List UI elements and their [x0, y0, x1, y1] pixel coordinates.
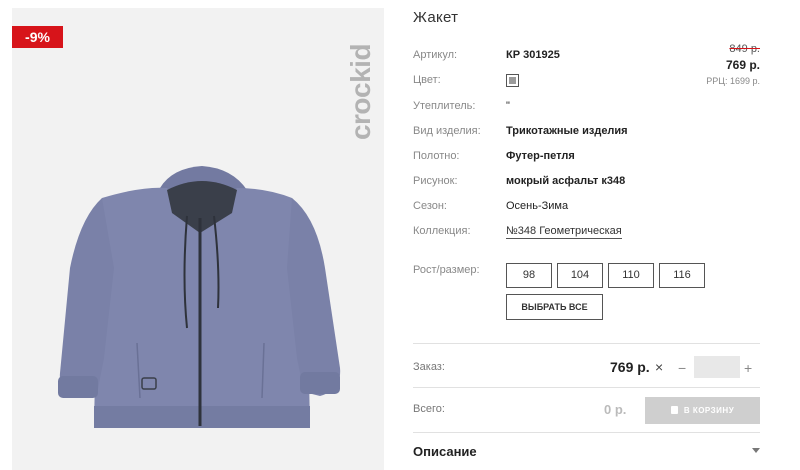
increase-quantity-button[interactable]: +: [744, 360, 752, 376]
description-toggle[interactable]: Описание: [413, 444, 477, 459]
add-to-cart-label: В КОРЗИНУ: [683, 406, 735, 415]
spec-label-article: Артикул:: [413, 49, 458, 61]
spec-value-season: Осень-Зима: [506, 200, 569, 212]
size-button-116[interactable]: 116: [659, 263, 705, 288]
chevron-down-icon[interactable]: [752, 448, 760, 453]
spec-value-product-type: Трикотажные изделия: [506, 125, 628, 137]
current-price: 769 р.: [725, 58, 760, 72]
sizes-label: Рост/размер:: [413, 264, 480, 276]
discount-badge: -9%: [12, 26, 63, 48]
jacket-image: [58, 166, 341, 428]
order-label: Заказ:: [413, 361, 445, 373]
brand-logo: crockid: [344, 18, 378, 166]
size-button-98[interactable]: 98: [506, 263, 552, 288]
divider: [413, 387, 760, 388]
spec-label-fabric: Полотно:: [413, 150, 460, 162]
shopping-bag-icon: [670, 406, 678, 414]
collection-link[interactable]: №348 Геометрическая: [506, 225, 622, 239]
times-icon: ×: [655, 359, 664, 375]
size-button-110[interactable]: 110: [608, 263, 654, 288]
spec-value-pattern: мокрый асфальт к348: [506, 175, 626, 187]
old-price: 849 р.: [729, 43, 760, 55]
size-button-104[interactable]: 104: [557, 263, 603, 288]
product-photo: -9% crockid: [12, 8, 384, 470]
brand-logo-text: crockid: [345, 43, 376, 141]
spec-value-insulation: ": [506, 100, 510, 112]
spec-label-product-type: Вид изделия:: [413, 125, 481, 137]
order-price: 769 р.: [610, 359, 650, 375]
spec-value-fabric: Футер-петля: [506, 150, 575, 162]
total-value: 0 р.: [604, 402, 627, 417]
spec-label-collection: Коллекция:: [413, 225, 471, 237]
divider: [413, 343, 760, 344]
spec-label-insulation: Утеплитель:: [413, 100, 476, 112]
color-swatch[interactable]: [506, 74, 519, 87]
total-label: Всего:: [413, 403, 445, 415]
recommended-retail-price: РРЦ: 1699 р.: [706, 76, 760, 86]
spec-label-pattern: Рисунок:: [413, 175, 458, 187]
add-to-cart-button[interactable]: В КОРЗИНУ: [645, 397, 760, 424]
spec-value-article: КР 301925: [506, 49, 560, 61]
spec-label-season: Сезон:: [413, 200, 447, 212]
spec-label-color: Цвет:: [413, 74, 441, 86]
product-title: Жакет: [413, 9, 459, 26]
divider: [413, 432, 760, 433]
decrease-quantity-button[interactable]: −: [678, 360, 686, 376]
select-all-sizes-button[interactable]: ВЫБРАТЬ ВСЕ: [506, 294, 603, 320]
quantity-input[interactable]: [694, 356, 740, 378]
